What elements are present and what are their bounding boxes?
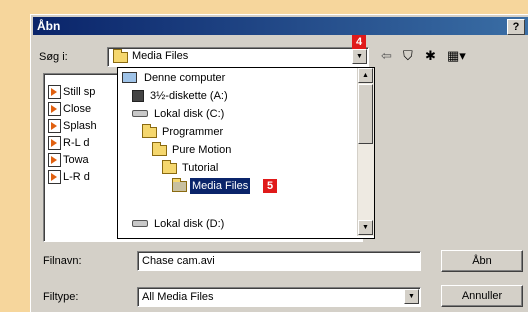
file-icon [48, 153, 61, 168]
filetype-select[interactable]: All Media Files ▼ [137, 287, 421, 307]
floppy-icon [132, 90, 144, 102]
dialog-title: Åbn [37, 19, 61, 33]
folder-icon [113, 49, 128, 63]
folder-icon [152, 142, 167, 156]
folder-icon [162, 160, 177, 174]
dropdown-scrollbar[interactable]: ▲ ▼ [357, 68, 374, 236]
view-menu-icon[interactable]: ▦▾ [447, 49, 466, 63]
folder-icon [142, 124, 157, 138]
filename-label: Filnavn: [43, 255, 82, 267]
scroll-thumb[interactable] [358, 84, 373, 144]
new-folder-icon[interactable]: ✱ [425, 49, 436, 63]
list-item[interactable]: R-L d [48, 135, 90, 151]
callout-badge-5: 5 [263, 179, 277, 193]
file-icon [48, 85, 61, 100]
filetype-label: Filtype: [43, 291, 79, 303]
up-folder-icon[interactable]: ⛉ [403, 49, 413, 63]
disk-icon [132, 220, 148, 227]
disk-icon [132, 110, 148, 117]
list-item[interactable]: Close [48, 101, 91, 117]
list-item[interactable]: L-R d [48, 169, 90, 185]
filetype-value: All Media Files [142, 291, 214, 303]
lookin-combobox[interactable]: Media Files ▼ [107, 47, 369, 67]
file-icon [48, 136, 61, 151]
open-dialog: Åbn ? Søg i: Media Files ▼ 4 ⇦ ⛉ ✱ ▦▾ St… [30, 14, 528, 312]
help-button[interactable]: ? [507, 19, 525, 35]
computer-icon [122, 72, 137, 83]
file-icon [48, 102, 61, 117]
filetype-dropdown-button[interactable]: ▼ [404, 289, 419, 304]
file-icon [48, 119, 61, 134]
lookin-dropdown-list[interactable]: Denne computer 3½-diskette (A:) Lokal di… [117, 67, 375, 239]
open-button[interactable]: Åbn [441, 250, 523, 272]
back-arrow-icon[interactable]: ⇦ [381, 49, 392, 63]
scroll-up-button[interactable]: ▲ [358, 68, 373, 83]
lookin-dropdown-button[interactable]: ▼ [352, 49, 367, 64]
lookin-value: Media Files [132, 50, 189, 62]
list-item[interactable]: Towa [48, 152, 89, 168]
list-item[interactable]: Still sp [48, 84, 95, 100]
title-bar: Åbn ? [33, 17, 528, 35]
filename-field[interactable]: Chase cam.avi [137, 251, 421, 271]
lookin-label: Søg i: [39, 51, 68, 63]
cancel-button[interactable]: Annuller [441, 285, 523, 307]
open-folder-icon [172, 178, 187, 192]
callout-badge-4: 4 [352, 35, 366, 49]
file-icon [48, 170, 61, 185]
list-item[interactable]: Splash [48, 118, 97, 134]
scroll-down-button[interactable]: ▼ [358, 220, 373, 235]
